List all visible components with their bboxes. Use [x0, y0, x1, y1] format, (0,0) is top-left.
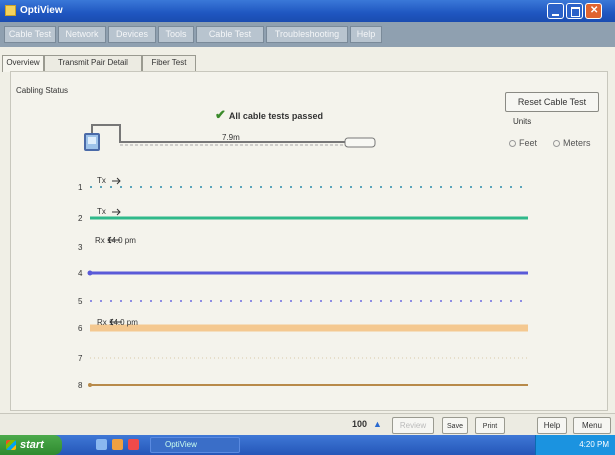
pin-number: 8 [78, 381, 83, 390]
units-feet-label: Feet [519, 138, 538, 148]
computer-icon [84, 133, 100, 151]
media-icon[interactable] [128, 439, 139, 450]
print-label: Print [482, 423, 498, 430]
pin-number: 4 [78, 269, 83, 278]
pin-number: 3 [78, 243, 83, 252]
taskbar: start OptiView 4:20 PM [0, 435, 615, 455]
pin-number: 5 [78, 297, 83, 306]
print-button[interactable]: Print [475, 417, 505, 434]
radio-dot [553, 140, 560, 147]
pair-label: Tx [97, 207, 106, 216]
reset-cable-test-button[interactable]: Reset Cable Test [505, 92, 599, 112]
zoom-spinner-icon[interactable]: ▲ [373, 419, 382, 429]
taskbar-item-optiview[interactable]: OptiView [150, 437, 240, 453]
desktop-icon[interactable] [96, 439, 107, 450]
pin-number: 1 [78, 183, 83, 192]
cable-diagram [87, 124, 528, 387]
help-button[interactable]: Help [537, 417, 567, 434]
controls-panel: Reset Cable Test Units Feet Meters [505, 92, 599, 162]
windows-logo-icon [6, 440, 16, 450]
save-button[interactable]: Save [442, 417, 468, 434]
pair-label: Rx 14.0 pm [97, 318, 138, 327]
zoom-value[interactable]: 100 [352, 419, 367, 429]
pair-label: Tx [97, 176, 106, 185]
units-feet-radio[interactable]: Feet [509, 138, 537, 148]
browser-icon[interactable] [112, 439, 123, 450]
pair-label: Rx 14.0 pm [95, 236, 136, 245]
pin-number: 6 [78, 324, 83, 333]
radio-dot [509, 140, 516, 147]
pin-dot-8 [88, 383, 92, 387]
clock: 4:20 PM [579, 440, 609, 449]
units-meters-label: Meters [563, 138, 591, 148]
bottom-toolbar: 100 ▲ Review Save Print Help Menu [0, 413, 615, 435]
units-label: Units [513, 117, 532, 126]
pin-dot-4 [87, 270, 93, 276]
system-tray: 4:20 PM [535, 435, 615, 455]
start-label: start [20, 439, 44, 451]
review-button[interactable]: Review [392, 417, 434, 434]
menu-button[interactable]: Menu [573, 417, 611, 434]
start-button[interactable]: start [0, 435, 62, 455]
pin-number: 2 [78, 214, 83, 223]
save-label: Save [447, 423, 463, 430]
cable-length: 7.9m [222, 133, 240, 142]
cable-connector [344, 137, 376, 148]
tx-arrow-icon [112, 208, 121, 216]
units-meters-radio[interactable]: Meters [553, 138, 591, 148]
tx-arrow-icon [112, 177, 121, 185]
pin-number: 7 [78, 354, 83, 363]
